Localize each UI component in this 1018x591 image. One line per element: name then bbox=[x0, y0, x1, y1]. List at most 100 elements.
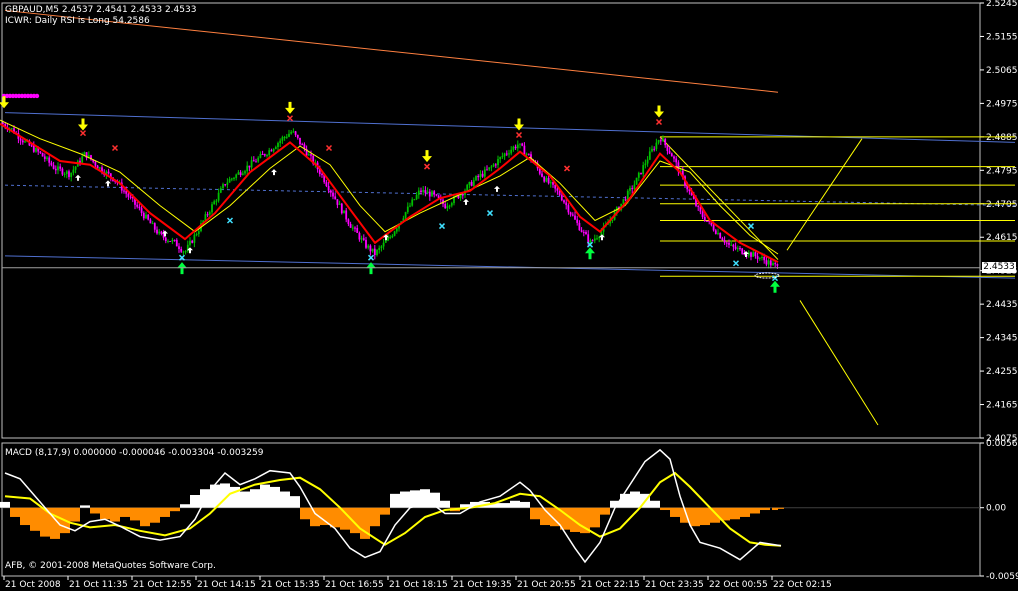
macd-histogram-bar bbox=[590, 507, 600, 528]
candle-body bbox=[492, 164, 495, 167]
candle-body bbox=[736, 248, 739, 250]
macd-histogram-bar bbox=[260, 484, 270, 508]
candle-body bbox=[488, 167, 491, 170]
cross-mark-icon bbox=[732, 260, 740, 267]
time-axis-label: 21 Oct 18:15 bbox=[389, 580, 448, 590]
current-price-tag: 2.4533 bbox=[982, 261, 1016, 273]
candle-body bbox=[637, 172, 640, 178]
candle-body bbox=[39, 151, 42, 153]
candle-body bbox=[228, 179, 231, 183]
candle-body bbox=[486, 169, 488, 171]
candle-body bbox=[299, 137, 301, 145]
candle-body bbox=[343, 210, 345, 214]
trendline-projection-down bbox=[799, 300, 879, 426]
candle-body bbox=[160, 231, 163, 234]
candle-body bbox=[622, 199, 625, 204]
macd-histogram-bar bbox=[280, 491, 290, 508]
candle-body bbox=[468, 181, 471, 185]
candle-body bbox=[301, 144, 304, 146]
candle-body bbox=[219, 188, 222, 193]
white-up-arrow-icon bbox=[271, 169, 277, 176]
candle-body bbox=[226, 182, 229, 185]
candle-body bbox=[545, 177, 548, 182]
candle-body bbox=[426, 191, 429, 194]
candle-body bbox=[653, 148, 656, 150]
candle-body bbox=[380, 246, 383, 248]
candle-body bbox=[393, 231, 396, 236]
candle-body bbox=[35, 148, 37, 152]
candle-body bbox=[178, 246, 180, 250]
candle-body bbox=[24, 141, 26, 143]
candle-body bbox=[2, 123, 4, 125]
time-axis-label: 21 Oct 16:55 bbox=[325, 580, 384, 590]
candle-body bbox=[765, 260, 768, 265]
macd-histogram-bar bbox=[740, 507, 750, 517]
candle-body bbox=[591, 240, 594, 242]
candle-body bbox=[642, 165, 645, 174]
candle-body bbox=[494, 164, 497, 166]
candle-body bbox=[351, 227, 354, 229]
time-axis-label: 21 Oct 11:35 bbox=[69, 580, 128, 590]
candle-body bbox=[670, 153, 673, 157]
candle-body bbox=[281, 137, 284, 141]
macd-histogram-bar bbox=[390, 493, 400, 508]
candle-body bbox=[503, 153, 506, 157]
macd-histogram-bar bbox=[670, 507, 680, 517]
macd-histogram-bar bbox=[160, 507, 170, 517]
macd-histogram-bar bbox=[110, 507, 120, 522]
candle-body bbox=[30, 145, 33, 147]
time-axis-label: 21 Oct 20:55 bbox=[517, 580, 576, 590]
candle-body bbox=[428, 191, 431, 197]
candle-body bbox=[41, 152, 44, 157]
rsi-status-line: ICWR: Daily RSI is Long 54.2586 bbox=[5, 16, 150, 26]
candle-body bbox=[252, 160, 255, 162]
candle-body bbox=[140, 208, 143, 213]
candle-body bbox=[576, 219, 579, 223]
candle-body bbox=[446, 206, 449, 209]
candle-body bbox=[347, 219, 350, 224]
candle-body bbox=[479, 173, 482, 178]
candle-body bbox=[217, 192, 220, 201]
candle-body bbox=[582, 231, 585, 233]
candle-body bbox=[230, 178, 233, 180]
candle-body bbox=[728, 242, 730, 245]
green-up-arrow-icon bbox=[770, 280, 780, 293]
candle-body bbox=[721, 238, 724, 241]
macd-histogram-bar bbox=[370, 507, 380, 527]
candle-body bbox=[409, 205, 411, 207]
candle-body bbox=[648, 151, 651, 160]
candle-body bbox=[593, 238, 596, 241]
candle-body bbox=[725, 242, 728, 244]
price-axis-label: 2.4255 bbox=[986, 367, 1018, 377]
candle-body bbox=[173, 239, 176, 241]
candle-body bbox=[475, 176, 477, 181]
macd-header: MACD (8,17,9) 0.000000 -0.000046 -0.0033… bbox=[5, 448, 264, 458]
candle-body bbox=[290, 131, 293, 134]
candle-body bbox=[167, 241, 169, 243]
candle-body bbox=[61, 168, 64, 175]
macd-histogram-bar bbox=[340, 507, 350, 530]
macd-histogram-bar bbox=[330, 507, 340, 528]
candle-body bbox=[631, 188, 634, 190]
candle-body bbox=[81, 156, 84, 163]
candle-body bbox=[508, 153, 510, 155]
candle-body bbox=[233, 177, 235, 179]
price-axis-label: 2.5155 bbox=[986, 32, 1018, 42]
macd-histogram-bar bbox=[150, 507, 160, 523]
candle-body bbox=[332, 192, 334, 197]
candle-body bbox=[675, 158, 678, 163]
candle-body bbox=[697, 205, 700, 207]
macd-histogram-bar bbox=[380, 507, 390, 515]
cross-mark-icon bbox=[747, 223, 755, 230]
candle-body bbox=[235, 174, 238, 178]
macd-axis-label: -0.00591 bbox=[986, 572, 1018, 582]
candle-body bbox=[145, 214, 147, 219]
candle-body bbox=[362, 238, 365, 240]
candle-body bbox=[723, 240, 726, 243]
candle-body bbox=[277, 143, 279, 148]
yellow-down-arrow-icon bbox=[422, 150, 432, 163]
candle-body bbox=[19, 138, 22, 141]
macd-histogram-bar bbox=[130, 507, 140, 521]
macd-histogram-bar bbox=[440, 500, 450, 508]
candle-body bbox=[164, 237, 167, 242]
